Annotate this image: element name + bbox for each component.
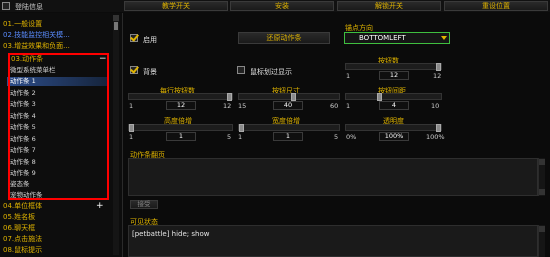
tutorial-toggle-button[interactable]: 教学开关 bbox=[124, 1, 228, 11]
anchor-dropdown[interactable]: BOTTOMLEFT bbox=[344, 32, 450, 44]
visibility-scrollbar[interactable] bbox=[538, 225, 545, 257]
sidebar-item-buffs[interactable]: 03.增益效果和负面... bbox=[3, 42, 70, 51]
slider-max: 12 bbox=[433, 72, 442, 80]
sidebar-sub-actionbar-8[interactable]: 动作条 8 bbox=[10, 158, 36, 167]
login-info-checkbox[interactable] bbox=[2, 2, 10, 10]
buttons-count-value[interactable]: 12 bbox=[379, 71, 409, 80]
enable-label: 启用 bbox=[143, 36, 157, 44]
sidebar-item-chat[interactable]: 06.聊天框 bbox=[3, 224, 35, 233]
width-multiplier-slider[interactable] bbox=[238, 124, 340, 132]
slider-thumb[interactable] bbox=[227, 93, 232, 101]
button-size-value[interactable]: 40 bbox=[273, 101, 303, 110]
sidebar-sub-pet-bar[interactable]: 宠物动作条 bbox=[10, 191, 43, 200]
anchor-value: BOTTOMLEFT bbox=[359, 34, 406, 42]
slider-max: 5 bbox=[227, 133, 232, 141]
unlock-toggle-button[interactable]: 解锁开关 bbox=[337, 1, 441, 11]
install-button[interactable]: 安装 bbox=[230, 1, 334, 11]
visibility-text[interactable]: [petbattle] hide; show bbox=[132, 230, 209, 238]
sidebar-sub-actionbar-4[interactable]: 动作条 4 bbox=[10, 112, 36, 121]
scroll-up-icon[interactable] bbox=[539, 226, 545, 232]
mouseover-label: 鼠标划过显示 bbox=[250, 68, 292, 76]
height-multiplier-value[interactable]: 1 bbox=[166, 132, 196, 141]
login-info-label: 登陆信息 bbox=[15, 3, 43, 11]
sidebar-scroll-thumb[interactable] bbox=[114, 22, 118, 30]
sidebar-item-unit-frames[interactable]: 04.单位框体 bbox=[3, 202, 42, 211]
paging-scrollbar[interactable] bbox=[538, 158, 545, 196]
restore-actionbar-button[interactable]: 还原动作条 bbox=[238, 32, 330, 44]
sidebar-scrollbar[interactable] bbox=[113, 15, 119, 255]
sidebar-sub-actionbar-9[interactable]: 动作条 9 bbox=[10, 169, 36, 178]
alpha-value[interactable]: 100% bbox=[379, 132, 409, 141]
slider-min: 0% bbox=[346, 133, 357, 141]
mouseover-checkbox[interactable] bbox=[237, 66, 245, 74]
slider-max: 10 bbox=[431, 102, 440, 110]
slider-thumb[interactable] bbox=[291, 93, 296, 101]
top-bar: 登陆信息 教学开关 安装 解锁开关 重设位置 bbox=[0, 0, 550, 12]
sidebar-item-click-cast[interactable]: 07.点击施法 bbox=[3, 235, 42, 244]
scroll-down-icon[interactable] bbox=[539, 189, 545, 195]
button-size-slider[interactable] bbox=[238, 93, 340, 101]
sidebar-sub-actionbar-2[interactable]: 动作条 2 bbox=[10, 89, 36, 98]
slider-min: 1 bbox=[238, 133, 243, 141]
sidebar-item-tooltip[interactable]: 08.鼠标提示 bbox=[3, 246, 42, 255]
sidebar-sub-actionbar-7[interactable]: 动作条 7 bbox=[10, 146, 36, 155]
sidebar-item-nameplates[interactable]: 05.姓名板 bbox=[3, 213, 35, 222]
sidebar-item-actionbars[interactable]: 03.动作条 bbox=[11, 55, 43, 64]
chevron-down-icon bbox=[441, 36, 447, 40]
slider-min: 1 bbox=[346, 102, 351, 110]
width-multiplier-value[interactable]: 1 bbox=[273, 132, 303, 141]
sidebar-item-skill-monitor[interactable]: 02.技能监控相关模... bbox=[3, 31, 70, 40]
slider-thumb[interactable] bbox=[239, 124, 244, 132]
sidebar-sub-actionbar-1[interactable]: 动作条 1 bbox=[7, 77, 107, 86]
sidebar-sub-actionbar-6[interactable]: 动作条 6 bbox=[10, 135, 36, 144]
scroll-up-icon[interactable] bbox=[539, 159, 545, 165]
slider-min: 1 bbox=[129, 102, 134, 110]
sidebar-sub-stance-bar[interactable]: 姿态条 bbox=[10, 180, 30, 189]
reset-position-button[interactable]: 重设位置 bbox=[444, 1, 548, 11]
sidebar-sub-micro-menu[interactable]: 微型系统菜单栏 bbox=[10, 66, 56, 75]
sidebar-sub-actionbar-3[interactable]: 动作条 3 bbox=[10, 100, 36, 109]
per-row-value[interactable]: 12 bbox=[166, 101, 196, 110]
alpha-slider[interactable] bbox=[345, 124, 442, 132]
scroll-up-icon[interactable] bbox=[113, 15, 119, 21]
buttons-count-slider[interactable] bbox=[345, 63, 442, 71]
button-spacing-value[interactable]: 4 bbox=[379, 101, 409, 110]
background-checkbox[interactable] bbox=[130, 66, 138, 74]
slider-thumb[interactable] bbox=[377, 93, 382, 101]
slider-thumb[interactable] bbox=[436, 124, 441, 132]
slider-thumb[interactable] bbox=[129, 124, 134, 132]
slider-max: 60 bbox=[330, 102, 339, 110]
slider-thumb[interactable] bbox=[436, 63, 441, 71]
slider-min: 15 bbox=[238, 102, 247, 110]
sidebar-sub-actionbar-5[interactable]: 动作条 5 bbox=[10, 123, 36, 132]
button-spacing-slider[interactable] bbox=[345, 93, 442, 101]
height-multiplier-slider[interactable] bbox=[128, 124, 233, 132]
collapse-icon[interactable]: − bbox=[99, 55, 107, 64]
accept-button[interactable]: 接受 bbox=[130, 200, 158, 209]
expand-icon[interactable]: + bbox=[96, 202, 104, 211]
slider-max: 12 bbox=[223, 102, 232, 110]
paging-editbox[interactable] bbox=[128, 158, 538, 196]
per-row-slider[interactable] bbox=[128, 93, 233, 101]
slider-min: 1 bbox=[346, 72, 351, 80]
slider-max: 100% bbox=[426, 133, 445, 141]
sidebar-item-general[interactable]: 01.一般设置 bbox=[3, 20, 42, 29]
slider-max: 5 bbox=[334, 133, 339, 141]
enable-checkbox[interactable] bbox=[130, 34, 138, 42]
background-label: 背景 bbox=[143, 68, 157, 76]
slider-min: 1 bbox=[129, 133, 134, 141]
